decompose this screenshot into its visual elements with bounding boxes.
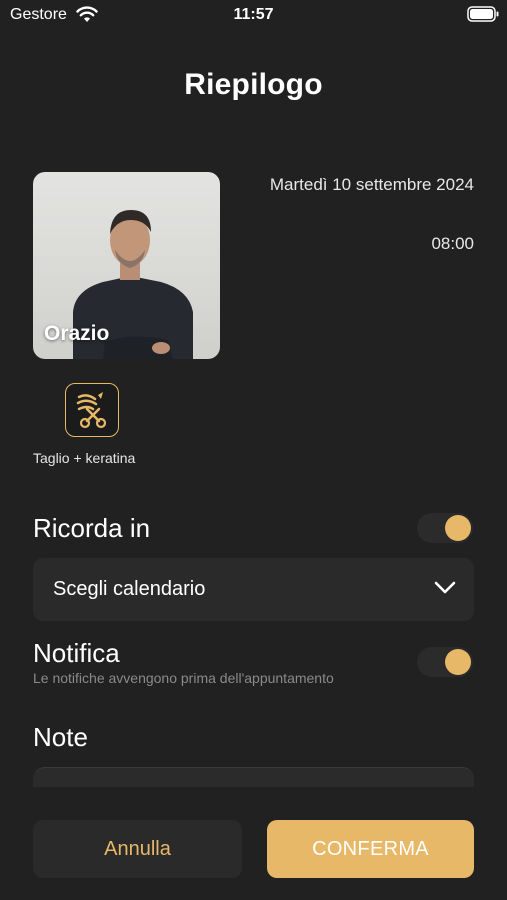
confirm-button[interactable]: CONFERMA [267, 820, 474, 878]
staff-photo-card: Orazio [33, 172, 220, 359]
calendar-select-value: Scegli calendario [53, 578, 206, 600]
scissors-hair-icon [76, 391, 106, 428]
staff-name: Orazio [44, 322, 110, 345]
notification-toggle[interactable] [417, 647, 473, 677]
notification-label: Notifica [33, 638, 120, 668]
reminder-toggle[interactable] [417, 513, 473, 543]
cancel-button[interactable]: Annulla [33, 820, 242, 878]
notification-subtitle: Le notifiche avvengono prima dell'appunt… [33, 670, 334, 686]
appointment-time: 08:00 [431, 234, 474, 253]
calendar-select[interactable]: Scegli calendario [33, 558, 474, 621]
reminder-label: Ricorda in [33, 513, 151, 543]
service-label: Taglio + keratina [33, 450, 136, 466]
battery-icon [467, 6, 499, 22]
chevron-down-icon [434, 581, 456, 594]
appointment-date: Martedì 10 settembre 2024 [269, 175, 474, 194]
notes-label: Note [33, 722, 88, 752]
clock: 11:57 [233, 6, 274, 23]
page-title: Riepilogo [184, 68, 323, 101]
toggle-knob [445, 649, 471, 675]
toggle-knob [445, 515, 471, 541]
service-icon-tile [65, 383, 119, 437]
